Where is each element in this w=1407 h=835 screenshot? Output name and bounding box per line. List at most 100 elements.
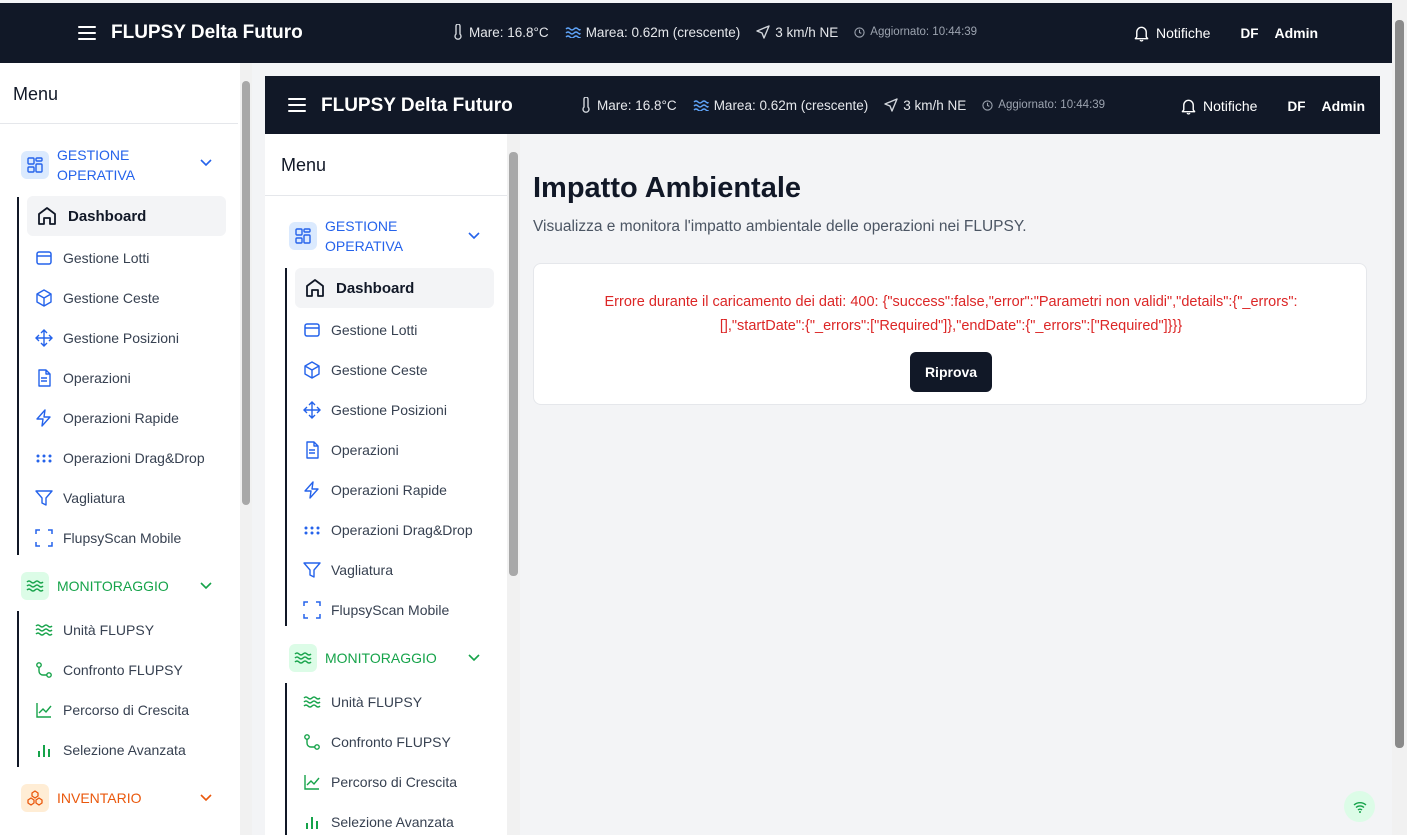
- sidebar-item-operazioni[interactable]: Operazioni: [303, 430, 399, 470]
- section-monitoraggio[interactable]: MONITORAGGIO: [21, 572, 169, 600]
- sidebar-item-percorso-crescita[interactable]: Percorso di Crescita: [35, 690, 189, 730]
- notifications-button[interactable]: Notifiche: [1180, 97, 1257, 115]
- sidebar-item-percorso-crescita[interactable]: Percorso di Crescita: [303, 762, 457, 802]
- section-gestione-operativa[interactable]: GESTIONE OPERATIVA: [289, 216, 403, 256]
- grip-icon: [36, 454, 52, 463]
- user-avatar[interactable]: DF: [1287, 99, 1305, 114]
- divider: [265, 195, 507, 196]
- weather-bar: Mare: 16.8°C Marea: 0.62m (crescente) 3 …: [580, 97, 1121, 113]
- sidebar-title: Menu: [13, 84, 59, 104]
- sidebar-item-operazioni-rapide[interactable]: Operazioni Rapide: [303, 470, 447, 510]
- home-icon: [38, 207, 56, 225]
- sidebar-item-gestione-lotti[interactable]: Gestione Lotti: [35, 238, 149, 278]
- error-message: Errore durante il caricamento dei dati: …: [604, 294, 1298, 334]
- wind: 3 km/h NE: [884, 98, 966, 113]
- sidebar-item-vagliatura[interactable]: Vagliatura: [303, 550, 393, 590]
- scan-icon: [35, 529, 53, 547]
- tide: Marea: 0.62m (crescente): [565, 25, 740, 40]
- sidebar-item-gestione-ceste[interactable]: Gestione Ceste: [35, 278, 160, 318]
- file-text-icon: [306, 441, 319, 459]
- git-compare-icon: [36, 662, 52, 678]
- file-text-icon: [38, 369, 51, 387]
- sidebar-item-confronto-flupsy[interactable]: Confronto FLUPSY: [303, 722, 451, 762]
- filter-icon: [35, 490, 53, 506]
- window-scrollbar-thumb[interactable]: [1395, 20, 1404, 748]
- section-monitoraggio[interactable]: MONITORAGGIO: [289, 644, 437, 672]
- retry-button[interactable]: Riprova: [910, 352, 992, 392]
- layout-grid-icon: [21, 151, 49, 179]
- sidebar-item-confronto-flupsy[interactable]: Confronto FLUPSY: [35, 650, 183, 690]
- box-icon: [36, 289, 52, 307]
- nested-header: FLUPSY Delta Futuro Mare: 16.8°C Marea: …: [265, 76, 1380, 134]
- sidebar-item-gestione-lotti[interactable]: Gestione Lotti: [303, 310, 417, 350]
- bar-chart-icon: [38, 745, 50, 757]
- sidebar-scrollbar-thumb[interactable]: [509, 152, 518, 576]
- bell-icon: [1181, 99, 1196, 115]
- sidebar-item-vagliatura[interactable]: Vagliatura: [35, 478, 125, 518]
- notifications-button[interactable]: Notifiche: [1133, 24, 1210, 42]
- nested-sidebar: Menu GESTIONE OPERATIVA Dashboard Gestion…: [265, 134, 520, 835]
- line-chart-icon: [36, 703, 52, 718]
- section-line: [17, 197, 19, 555]
- sidebar-item-gestione-posizioni[interactable]: Gestione Posizioni: [303, 390, 447, 430]
- bar-chart-icon: [306, 817, 318, 829]
- section-line: [285, 268, 287, 626]
- app-title: FLUPSY Delta Futuro: [321, 95, 513, 116]
- navigation-icon: [756, 25, 770, 39]
- chevron-down-icon[interactable]: [468, 654, 480, 662]
- hamburger-menu-icon[interactable]: [78, 26, 96, 40]
- chevron-down-icon[interactable]: [200, 159, 212, 167]
- sidebar-item-selezione-avanzata[interactable]: Selezione Avanzata: [303, 802, 454, 835]
- sidebar-item-gestione-ceste[interactable]: Gestione Ceste: [303, 350, 428, 390]
- header-actions: Notifiche DF Admin: [1133, 24, 1318, 42]
- sidebar-item-operazioni-rapide[interactable]: Operazioni Rapide: [35, 398, 179, 438]
- filter-icon: [303, 562, 321, 578]
- wind: 3 km/h NE: [756, 25, 838, 40]
- section-inventario[interactable]: INVENTARIO: [21, 784, 142, 812]
- sidebar-item-flupsyscan-mobile[interactable]: FlupsyScan Mobile: [35, 518, 181, 558]
- sidebar-title: Menu: [281, 155, 327, 175]
- sidebar-item-flupsyscan-mobile[interactable]: FlupsyScan Mobile: [303, 590, 449, 630]
- thermometer-icon: [582, 97, 590, 113]
- clock-icon: [854, 26, 865, 38]
- chevron-down-icon[interactable]: [200, 582, 212, 590]
- chevron-down-icon[interactable]: [468, 232, 480, 240]
- waves-icon: [289, 644, 317, 672]
- sidebar-item-operazioni-drag-drop[interactable]: Operazioni Drag&Drop: [35, 438, 205, 478]
- waves-icon: [565, 27, 581, 38]
- waves-icon: [35, 624, 53, 636]
- zap-icon: [304, 481, 319, 499]
- sidebar-item-unita-flupsy[interactable]: Unità FLUPSY: [303, 682, 422, 722]
- layout-grid-icon: [289, 222, 317, 250]
- package-icon: [36, 251, 52, 265]
- waves-icon: [693, 100, 709, 111]
- navigation-icon: [884, 98, 898, 112]
- sea-temp: Mare: 16.8°C: [452, 24, 549, 40]
- user-name[interactable]: Admin: [1274, 25, 1318, 41]
- move-icon: [303, 401, 321, 419]
- home-icon: [306, 279, 324, 297]
- user-name[interactable]: Admin: [1321, 98, 1365, 114]
- section-gestione-operativa[interactable]: GESTIONE OPERATIVA: [21, 145, 135, 185]
- package-icon: [304, 323, 320, 337]
- sidebar-item-operazioni-drag-drop[interactable]: Operazioni Drag&Drop: [303, 510, 473, 550]
- sidebar-item-dashboard[interactable]: Dashboard: [295, 268, 494, 308]
- zap-icon: [36, 409, 51, 427]
- sidebar-item-gestione-posizioni[interactable]: Gestione Posizioni: [35, 318, 179, 358]
- wifi-status-icon[interactable]: [1344, 791, 1375, 822]
- hamburger-menu-icon[interactable]: [288, 98, 306, 112]
- section-line: [17, 611, 19, 767]
- sidebar-item-dashboard[interactable]: Dashboard: [27, 196, 226, 236]
- sidebar-scrollbar-thumb[interactable]: [242, 81, 250, 505]
- sidebar-item-operazioni[interactable]: Operazioni: [35, 358, 131, 398]
- line-chart-icon: [304, 775, 320, 790]
- chevron-down-icon[interactable]: [200, 794, 212, 802]
- thermometer-icon: [454, 24, 462, 40]
- bell-icon: [1134, 26, 1149, 42]
- app-title: FLUPSY Delta Futuro: [111, 22, 303, 43]
- sidebar-item-unita-flupsy[interactable]: Unità FLUPSY: [35, 610, 154, 650]
- sea-temp: Mare: 16.8°C: [580, 97, 677, 113]
- git-compare-icon: [304, 734, 320, 750]
- sidebar-item-selezione-avanzata[interactable]: Selezione Avanzata: [35, 730, 186, 770]
- user-avatar[interactable]: DF: [1240, 26, 1258, 41]
